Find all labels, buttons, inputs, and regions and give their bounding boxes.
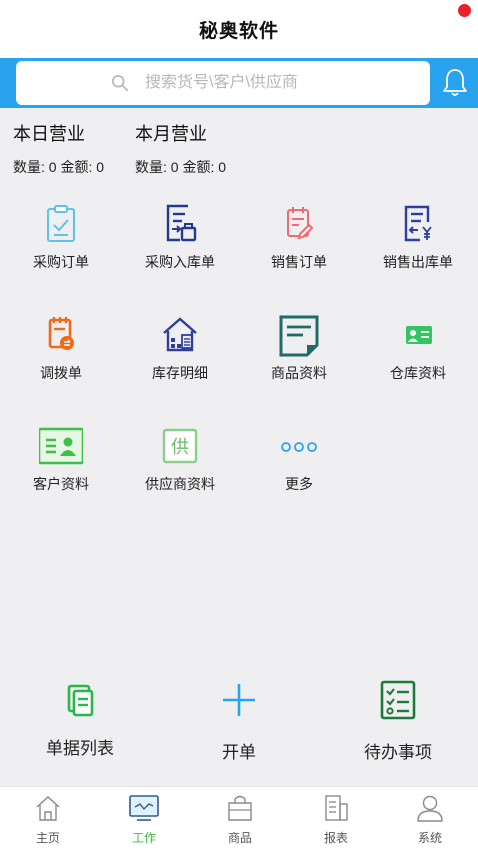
doc-yuan-icon xyxy=(404,205,432,242)
grid-item-label: 仓库资料 xyxy=(390,365,446,381)
new-order-button[interactable]: 开单 xyxy=(159,680,319,763)
product-doc-icon xyxy=(279,315,319,357)
more-dots-icon xyxy=(281,442,317,452)
grid-item-label: 采购入库单 xyxy=(145,254,215,270)
doc-inbox-icon xyxy=(166,204,197,242)
bell-icon[interactable] xyxy=(440,66,470,98)
stat-values: 数量: 0 金额: 0 xyxy=(13,157,104,177)
warehouse-icon xyxy=(163,317,197,352)
tab-home[interactable]: 主页 xyxy=(0,793,96,846)
search-icon xyxy=(111,74,129,92)
grid-item-transfer[interactable]: 调拨单 xyxy=(2,313,120,383)
todo-button[interactable]: 待办事项 xyxy=(318,680,478,763)
stat-title: 本月营业 xyxy=(135,124,207,144)
customer-card-icon xyxy=(39,427,83,465)
qty-value: 0 xyxy=(48,159,57,175)
report-icon xyxy=(325,795,348,821)
tab-work[interactable]: 工作 xyxy=(96,793,192,846)
tab-label: 主页 xyxy=(35,831,60,845)
amount-label: 金额: xyxy=(182,159,215,175)
grid-item-label: 调拨单 xyxy=(40,365,82,381)
qty-label: 数量: xyxy=(135,159,167,175)
quick-label: 待办事项 xyxy=(364,743,432,762)
grid-item-label: 采购订单 xyxy=(33,254,89,270)
qty-value: 0 xyxy=(170,159,179,175)
qty-label: 数量: xyxy=(13,159,45,175)
tab-products[interactable]: 商品 xyxy=(192,793,288,846)
grid-item-supplier-info[interactable]: 供 供应商资料 xyxy=(121,424,239,494)
home-icon xyxy=(36,796,60,821)
stat-month: 本月营业 数量: 0 金额: 0 xyxy=(135,120,226,177)
grid-item-label: 供应商资料 xyxy=(145,476,215,492)
amount-value: 0 xyxy=(96,159,105,175)
grid-item-sales-outbound[interactable]: 销售出库单 xyxy=(359,202,477,272)
grid-item-label: 库存明细 xyxy=(152,365,208,381)
warehouse-card-icon xyxy=(406,326,432,344)
grid-item-label: 更多 xyxy=(285,476,313,492)
plus-icon xyxy=(223,684,255,716)
quick-actions: 单据列表 开单 待办事项 xyxy=(0,676,478,786)
doc-list-button[interactable]: 单据列表 xyxy=(0,680,160,759)
bottom-tab-bar: 主页 工作 商品 报表 系统 xyxy=(0,786,478,850)
doc-edit-icon xyxy=(287,207,314,240)
search-input[interactable] xyxy=(145,74,335,92)
tab-reports[interactable]: 报表 xyxy=(288,793,384,846)
grid-item-customer-info[interactable]: 客户资料 xyxy=(2,424,120,494)
doc-list-icon xyxy=(67,684,94,717)
amount-label: 金额: xyxy=(60,159,93,175)
grid-item-label: 销售订单 xyxy=(271,254,327,270)
grid-item-purchase-inbound[interactable]: 采购入库单 xyxy=(121,202,239,272)
notification-badge xyxy=(458,4,471,17)
quick-label: 开单 xyxy=(222,743,256,762)
bag-icon xyxy=(228,795,252,821)
app-title: 秘奥软件 xyxy=(198,20,279,42)
stat-today: 本日营业 数量: 0 金额: 0 xyxy=(13,120,104,177)
clipboard-check-icon xyxy=(47,205,75,242)
tab-label: 系统 xyxy=(417,831,442,845)
app-header: 秘奥软件 xyxy=(0,0,478,58)
grid-item-product-info[interactable]: 商品资料 xyxy=(240,313,358,383)
stat-values: 数量: 0 金额: 0 xyxy=(135,157,226,177)
grid-item-purchase-order[interactable]: 采购订单 xyxy=(2,202,120,272)
tab-system[interactable]: 系统 xyxy=(382,793,478,846)
amount-value: 0 xyxy=(218,159,227,175)
search-bar xyxy=(0,58,478,108)
tab-label: 工作 xyxy=(131,831,156,845)
user-icon xyxy=(417,795,443,822)
stat-title: 本日营业 xyxy=(13,124,85,144)
search-box[interactable] xyxy=(16,61,430,105)
grid-item-warehouse-info[interactable]: 仓库资料 xyxy=(359,313,477,383)
quick-label: 单据列表 xyxy=(46,739,114,758)
grid-item-label: 商品资料 xyxy=(271,365,327,381)
supplier-icon: 供 xyxy=(162,428,198,464)
grid-item-more[interactable]: 更多 xyxy=(240,424,358,494)
tab-label: 商品 xyxy=(227,831,252,845)
transfer-doc-icon xyxy=(48,317,74,350)
grid-item-label: 销售出库单 xyxy=(383,254,453,270)
grid-item-label: 客户资料 xyxy=(33,476,89,492)
svg-text:供: 供 xyxy=(171,437,189,458)
monitor-icon xyxy=(129,795,159,821)
tab-label: 报表 xyxy=(323,831,348,845)
grid-item-inventory[interactable]: 库存明细 xyxy=(121,313,239,383)
grid-item-sales-order[interactable]: 销售订单 xyxy=(240,202,358,272)
todo-checklist-icon xyxy=(380,680,416,720)
